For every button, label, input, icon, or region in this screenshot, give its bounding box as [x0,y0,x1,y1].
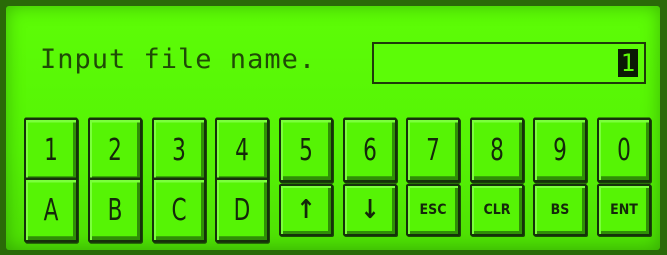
file-name-input[interactable]: 1 [372,42,646,84]
escape-button[interactable]: ESC [406,184,460,236]
key-9[interactable]: 9 [533,117,587,183]
key-a[interactable]: A [24,177,78,243]
down-arrow-icon[interactable]: ↓ [343,184,397,236]
clear-button[interactable]: CLR [470,184,524,236]
key-7[interactable]: 7 [406,117,460,183]
key-3[interactable]: 3 [152,117,206,183]
key-0[interactable]: 0 [597,117,651,183]
key-5[interactable]: 5 [279,117,333,183]
lcd-screen: Input file name. 1 1 2 3 4 5 6 7 8 9 0 A… [6,6,660,250]
enter-button[interactable]: ENT [597,184,651,236]
backspace-button[interactable]: BS [533,184,587,236]
key-1[interactable]: 1 [24,117,78,183]
input-cursor: 1 [618,49,638,77]
key-8[interactable]: 8 [470,117,524,183]
key-b[interactable]: B [88,177,142,243]
prompt-label: Input file name. [40,44,317,75]
key-6[interactable]: 6 [343,117,397,183]
key-4[interactable]: 4 [215,117,269,183]
key-c[interactable]: C [152,177,206,243]
key-d[interactable]: D [215,177,269,243]
up-arrow-icon[interactable]: ↑ [279,184,333,236]
key-2[interactable]: 2 [88,117,142,183]
